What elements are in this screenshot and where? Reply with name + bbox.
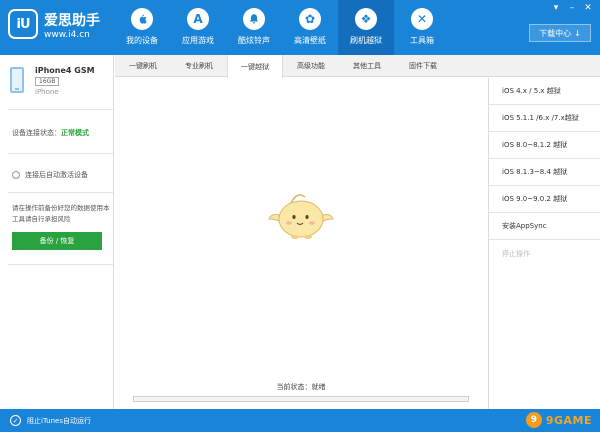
app-logo: iU (8, 9, 38, 39)
watermark-text: 9GAME (545, 413, 592, 427)
watermark-badge-icon: 9 (525, 412, 542, 428)
divider (8, 192, 113, 193)
device-model: iPhone (35, 88, 59, 96)
nav-label: 应用游戏 (182, 36, 214, 45)
nav-wallpapers[interactable]: ✿ 高清壁纸 (282, 0, 338, 55)
tab-firmware-download[interactable]: 固件下载 (395, 55, 451, 77)
nav-label: 高清壁纸 (294, 36, 326, 45)
minimize-icon[interactable]: – (566, 3, 578, 13)
stop-operation-button: 停止操作 (502, 249, 530, 258)
auto-activate-label: 连接后自动激活设备 (25, 171, 88, 179)
nav-label: 我的设备 (126, 36, 158, 45)
watermark: 9 9GAME (525, 412, 592, 428)
apple-icon (131, 8, 153, 30)
option-install-appsync[interactable]: 安装AppSync (489, 213, 600, 240)
auto-activate-radio[interactable] (12, 171, 20, 179)
dropbox-icon: ❖ (355, 8, 377, 30)
download-arrow-icon: ↓ (574, 28, 581, 38)
device-name: iPhone4 GSM (35, 66, 95, 75)
bell-icon (243, 8, 265, 30)
option-ios-511-6-7[interactable]: iOS 5.1.1 /6.x /7.x越狱 (489, 105, 600, 132)
tab-other-tools[interactable]: 其他工具 (339, 55, 395, 77)
nav-toolbox[interactable]: ✕ 工具箱 (394, 0, 450, 55)
option-ios-4-5[interactable]: iOS 4.x / 5.x 越狱 (489, 78, 600, 105)
top-bar: iU 爱思助手 www.i4.cn 我的设备 A 应用游戏 酷炫铃声 ✿ 高清壁… (0, 0, 600, 55)
connection-status-label: 设备连接状态： (12, 129, 61, 137)
app-url: www.i4.cn (44, 30, 90, 40)
window-controls: ▾ – ✕ (550, 3, 594, 13)
nav-apps-games[interactable]: A 应用游戏 (170, 0, 226, 55)
check-circle-icon[interactable]: ✓ (10, 415, 21, 426)
option-ios-80-812[interactable]: iOS 8.0~8.1.2 越狱 (489, 132, 600, 159)
auto-activate-option[interactable]: 连接后自动激活设备 (12, 170, 88, 180)
current-status-label: 当前状态： (276, 383, 312, 391)
skin-icon[interactable]: ▾ (550, 3, 562, 13)
divider (8, 153, 113, 154)
status-bar: ✓ 阻止iTunes自动运行 9 9GAME (0, 409, 600, 432)
connection-status: 设备连接状态：正常模式 (12, 128, 89, 138)
device-panel: iPhone4 GSM 16GB iPhone 设备连接状态：正常模式 连接后自… (0, 55, 114, 409)
nav-label: 酷炫铃声 (238, 36, 270, 45)
toolbox-icon: ✕ (411, 8, 433, 30)
app-brand-name: 爱思助手 (44, 13, 100, 29)
phone-icon (10, 67, 24, 93)
device-capacity-badge: 16GB (35, 77, 60, 86)
risk-warning-text: 请在操作前备份好您的数据使用本工具请自行承担风险 (12, 204, 110, 223)
nav-label: 刷机越狱 (350, 36, 382, 45)
close-icon[interactable]: ✕ (582, 3, 594, 13)
nav-ringtones[interactable]: 酷炫铃声 (226, 0, 282, 55)
download-label: 下载中心 (539, 28, 572, 38)
divider (8, 264, 113, 265)
sub-tab-bar: 一键刷机 专业刷机 一键越狱 高级功能 其他工具 固件下载 (115, 55, 600, 78)
current-status-value: 就绪 (311, 383, 326, 391)
nav-label: 工具箱 (410, 36, 434, 45)
flower-icon: ✿ (299, 8, 321, 30)
current-status: 当前状态：就绪 (115, 382, 487, 392)
app-store-icon: A (187, 8, 209, 30)
connection-status-value: 正常模式 (61, 129, 89, 137)
nav-my-device[interactable]: 我的设备 (114, 0, 170, 55)
option-ios-90-902[interactable]: iOS 9.0~9.0.2 越狱 (489, 186, 600, 213)
tab-advanced[interactable]: 高级功能 (283, 55, 339, 77)
tab-one-click-flash[interactable]: 一键刷机 (115, 55, 171, 77)
mascot-illustration (268, 194, 334, 239)
tab-one-click-jailbreak[interactable]: 一键越狱 (227, 55, 283, 78)
download-center-button[interactable]: 下载中心 ↓ (529, 24, 591, 42)
tab-pro-flash[interactable]: 专业刷机 (171, 55, 227, 77)
jailbreak-options-list: iOS 4.x / 5.x 越狱 iOS 5.1.1 /6.x /7.x越狱 i… (488, 78, 600, 409)
option-ios-813-84[interactable]: iOS 8.1.3~8.4 越狱 (489, 159, 600, 186)
block-itunes-autorun-option[interactable]: 阻止iTunes自动运行 (27, 416, 91, 426)
progress-bar (133, 396, 469, 402)
backup-restore-button[interactable]: 备份 / 恢复 (12, 232, 102, 250)
jailbreak-main-area: 当前状态：就绪 (115, 78, 487, 409)
nav-flash-jailbreak[interactable]: ❖ 刷机越狱 (338, 0, 394, 55)
divider (8, 109, 113, 110)
